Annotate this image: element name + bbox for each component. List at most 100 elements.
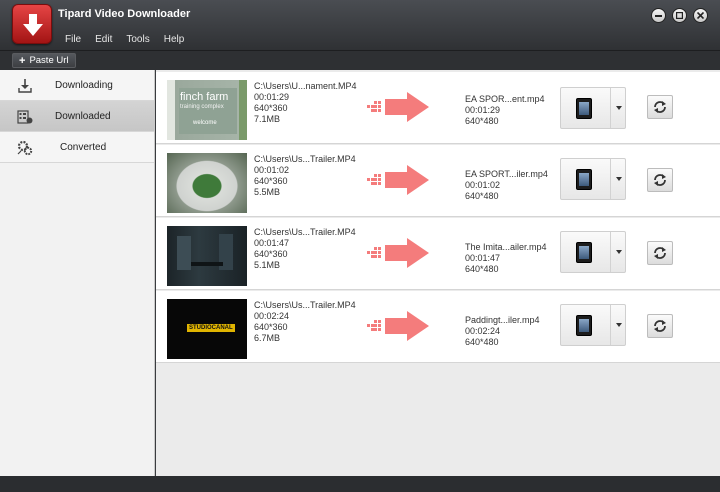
source-resolution: 640*360 bbox=[254, 322, 288, 332]
convert-button[interactable] bbox=[647, 168, 673, 192]
convert-button[interactable] bbox=[647, 314, 673, 338]
source-duration: 00:01:02 bbox=[254, 165, 290, 175]
video-thumbnail: STUDIOCANAL bbox=[167, 299, 247, 359]
sidebar-item-label: Converted bbox=[60, 141, 107, 153]
thumb-caption: finch farm bbox=[180, 91, 229, 103]
video-thumbnail bbox=[167, 153, 247, 213]
output-resolution: 640*480 bbox=[465, 116, 499, 126]
maximize-button[interactable] bbox=[672, 8, 687, 23]
output-resolution: 640*480 bbox=[465, 337, 499, 347]
tablet-icon bbox=[576, 98, 592, 119]
source-duration: 00:01:29 bbox=[254, 92, 290, 102]
list-item: STUDIOCANAL C:\Users\Us...Trailer.MP4 00… bbox=[156, 291, 720, 363]
sidebar-item-downloaded[interactable]: Downloaded bbox=[0, 101, 154, 132]
sidebar-item-label: Downloading bbox=[55, 79, 113, 91]
refresh-icon bbox=[654, 247, 666, 259]
output-device-selector[interactable] bbox=[560, 304, 626, 346]
output-resolution: 640*480 bbox=[465, 191, 499, 201]
maximize-icon bbox=[676, 12, 683, 19]
source-size: 5.5MB bbox=[254, 187, 281, 197]
video-thumbnail bbox=[167, 226, 247, 286]
output-duration: 00:01:02 bbox=[465, 180, 501, 190]
output-resolution: 640*480 bbox=[465, 264, 499, 274]
tablet-icon bbox=[576, 242, 592, 263]
window-controls bbox=[651, 8, 708, 23]
list-item: finch farm training complex welcome C:\U… bbox=[156, 72, 720, 144]
output-info: EA SPORT...iler.mp4 00:01:02 640*480 bbox=[465, 169, 548, 202]
source-path: C:\Users\Us...Trailer.MP4 bbox=[254, 300, 356, 310]
source-info: C:\Users\Us...Trailer.MP4 00:01:02 640*3… bbox=[254, 154, 356, 198]
convert-gears-icon bbox=[17, 140, 33, 156]
chevron-down-icon[interactable] bbox=[616, 323, 622, 327]
output-duration: 00:01:29 bbox=[465, 105, 501, 115]
refresh-icon bbox=[654, 174, 666, 186]
thumb-caption: training complex bbox=[180, 104, 224, 110]
output-name: Paddingt...iler.mp4 bbox=[465, 315, 540, 325]
convert-arrow-icon bbox=[367, 311, 429, 341]
source-info: C:\Users\Us...Trailer.MP4 00:01:47 640*3… bbox=[254, 227, 356, 271]
convert-arrow-icon bbox=[367, 165, 429, 195]
source-path: C:\Users\U...nament.MP4 bbox=[254, 81, 357, 91]
source-info: C:\Users\Us...Trailer.MP4 00:02:24 640*3… bbox=[254, 300, 356, 344]
film-list-icon bbox=[17, 110, 33, 124]
downloaded-list: finch farm training complex welcome C:\U… bbox=[156, 70, 720, 476]
output-info: Paddingt...iler.mp4 00:02:24 640*480 bbox=[465, 315, 540, 348]
menu-tools[interactable]: Tools bbox=[119, 34, 156, 45]
paste-url-label: Paste Url bbox=[29, 55, 69, 66]
convert-arrow-icon bbox=[367, 238, 429, 268]
source-path: C:\Users\Us...Trailer.MP4 bbox=[254, 227, 356, 237]
output-duration: 00:01:47 bbox=[465, 253, 501, 263]
list-item: C:\Users\Us...Trailer.MP4 00:01:47 640*3… bbox=[156, 218, 720, 290]
sidebar-item-converted[interactable]: Converted bbox=[0, 132, 154, 163]
output-name: EA SPORT...iler.mp4 bbox=[465, 169, 548, 179]
output-device-selector[interactable] bbox=[560, 231, 626, 273]
chevron-down-icon[interactable] bbox=[616, 177, 622, 181]
title-bar: Tipard Video Downloader File Edit Tools … bbox=[0, 0, 720, 50]
source-resolution: 640*360 bbox=[254, 103, 288, 113]
sidebar-item-downloading[interactable]: Downloading bbox=[0, 70, 154, 101]
download-arrow-icon bbox=[23, 14, 43, 36]
toolbar: + Paste Url bbox=[0, 50, 720, 70]
output-duration: 00:02:24 bbox=[465, 326, 501, 336]
status-bar bbox=[0, 476, 720, 492]
minimize-button[interactable] bbox=[651, 8, 666, 23]
menu-help[interactable]: Help bbox=[157, 34, 192, 45]
source-resolution: 640*360 bbox=[254, 249, 288, 259]
source-duration: 00:01:47 bbox=[254, 238, 290, 248]
sidebar: Downloading Downloaded Converted bbox=[0, 70, 155, 476]
download-icon bbox=[18, 79, 32, 93]
source-resolution: 640*360 bbox=[254, 176, 288, 186]
thumb-caption: welcome bbox=[193, 120, 217, 126]
list-item: C:\Users\Us...Trailer.MP4 00:01:02 640*3… bbox=[156, 145, 720, 217]
output-device-selector[interactable] bbox=[560, 87, 626, 129]
menu-bar: File Edit Tools Help bbox=[58, 34, 191, 45]
chevron-down-icon[interactable] bbox=[616, 106, 622, 110]
tablet-icon bbox=[576, 315, 592, 336]
output-info: The Imita...ailer.mp4 00:01:47 640*480 bbox=[465, 242, 547, 275]
close-icon bbox=[697, 12, 704, 19]
source-size: 5.1MB bbox=[254, 260, 281, 270]
output-name: The Imita...ailer.mp4 bbox=[465, 242, 547, 252]
refresh-icon bbox=[654, 320, 666, 332]
tablet-icon bbox=[576, 169, 592, 190]
app-logo bbox=[12, 4, 52, 44]
menu-edit[interactable]: Edit bbox=[88, 34, 119, 45]
source-size: 7.1MB bbox=[254, 114, 281, 124]
app-title: Tipard Video Downloader bbox=[58, 8, 191, 20]
app-window: Tipard Video Downloader File Edit Tools … bbox=[0, 0, 720, 492]
minimize-icon bbox=[655, 15, 662, 17]
convert-arrow-icon bbox=[367, 92, 429, 122]
paste-url-button[interactable]: + Paste Url bbox=[12, 53, 76, 68]
thumb-caption: STUDIOCANAL bbox=[187, 324, 235, 332]
menu-file[interactable]: File bbox=[58, 34, 88, 45]
sidebar-item-label: Downloaded bbox=[55, 110, 111, 122]
close-button[interactable] bbox=[693, 8, 708, 23]
convert-button[interactable] bbox=[647, 241, 673, 265]
source-path: C:\Users\Us...Trailer.MP4 bbox=[254, 154, 356, 164]
convert-button[interactable] bbox=[647, 95, 673, 119]
source-info: C:\Users\U...nament.MP4 00:01:29 640*360… bbox=[254, 81, 357, 125]
source-size: 6.7MB bbox=[254, 333, 281, 343]
chevron-down-icon[interactable] bbox=[616, 250, 622, 254]
source-duration: 00:02:24 bbox=[254, 311, 290, 321]
output-device-selector[interactable] bbox=[560, 158, 626, 200]
